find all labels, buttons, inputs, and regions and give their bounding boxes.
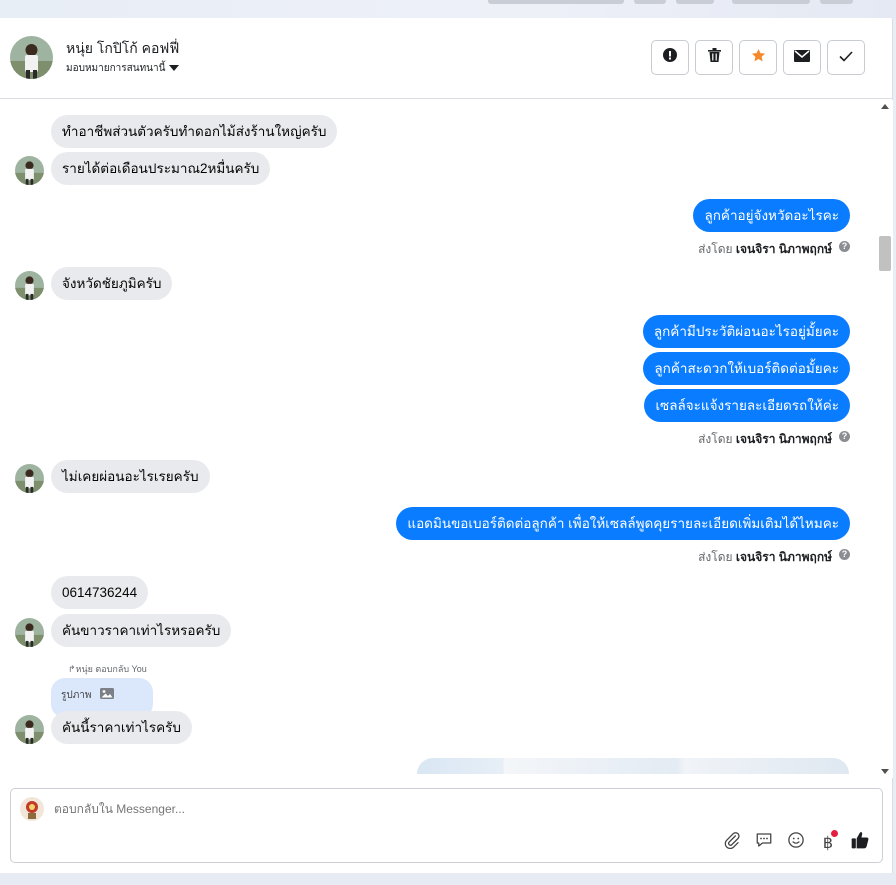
incoming-message[interactable]: คันนี้ราคาเท่าไรครับ <box>51 711 192 744</box>
contact-avatar-small <box>15 464 44 493</box>
alert-icon <box>663 48 677 67</box>
envelope-icon <box>794 49 810 67</box>
assign-conversation-dropdown[interactable]: มอบหมายการสนทนานี้ <box>66 61 180 76</box>
sent-by-prefix: ส่งโดย <box>698 550 733 564</box>
star-icon <box>751 48 766 68</box>
top-ghost-tab <box>676 0 714 4</box>
contact-avatar[interactable] <box>10 36 53 79</box>
payment-button[interactable]: ฿ <box>818 830 838 852</box>
outgoing-image-attachment[interactable] <box>417 758 849 774</box>
caret-down-icon <box>169 64 180 74</box>
sender-name: เจนจิรา นิภาพฤกษ์ <box>735 432 832 446</box>
help-icon[interactable]: ? <box>839 549 850 560</box>
notification-dot <box>831 830 838 837</box>
attach-button[interactable] <box>722 831 742 854</box>
reply-composer: ฿ <box>10 788 883 863</box>
page-avatar <box>20 797 44 821</box>
incoming-message[interactable]: ไม่เคยผ่อนอะไรเรยครับ <box>51 460 210 493</box>
reply-note: ↱หนุ่ย ตอบกลับ You <box>68 662 147 676</box>
contact-avatar-small <box>15 156 44 185</box>
message-list[interactable]: ทำอาชีพส่วนตัวครับทำดอกไม้ส่งร้านใหญ่ครั… <box>0 100 877 774</box>
unread-button[interactable] <box>783 40 821 75</box>
incoming-message[interactable]: 0614736244 <box>51 576 149 609</box>
outgoing-message[interactable]: แอดมินขอเบอร์ติดต่อลูกค้า เพื่อให้เซลล์พ… <box>396 507 850 540</box>
check-icon <box>839 49 853 67</box>
help-icon[interactable]: ? <box>839 431 850 442</box>
contact-avatar-small <box>15 715 44 744</box>
sender-name: เจนจิรา นิภาพฤกษ์ <box>735 242 832 256</box>
saved-replies-button[interactable] <box>754 832 774 852</box>
image-icon <box>100 688 115 702</box>
trash-icon <box>707 48 721 67</box>
message-scrollbar[interactable] <box>877 100 893 778</box>
scroll-down-arrow-icon[interactable] <box>881 769 889 774</box>
reply-arrow-icon: ↱ <box>68 664 76 674</box>
outgoing-message[interactable]: ลูกค้ามีประวัติผ่อนอะไรอยู่มั้ยคะ <box>642 315 850 348</box>
conversation-panel: หนุ่ย โกปิโก้ คอฟฟี่ มอบหมายการสนทนานี้ <box>0 18 893 873</box>
incoming-message[interactable]: รายได้ต่อเดือนประมาณ2หมื่นครับ <box>51 152 271 185</box>
star-button[interactable] <box>739 40 777 75</box>
emoji-icon <box>787 831 805 854</box>
window-bottom-strip <box>0 873 896 885</box>
contact-name[interactable]: หนุ่ย โกปิโก้ คอฟฟี่ <box>66 38 179 60</box>
sent-by-label: ส่งโดย เจนจิรา นิภาพฤกษ์ <box>698 430 832 449</box>
outgoing-message[interactable]: ลูกค้าอยู่จังหวัดอะไรคะ <box>693 199 850 232</box>
sent-by-prefix: ส่งโดย <box>698 432 733 446</box>
done-button[interactable] <box>827 40 865 75</box>
sent-by-label: ส่งโดย เจนจิรา นิภาพฤกษ์ <box>698 240 832 259</box>
incoming-message[interactable]: คันขาวราคาเท่าไรหรอครับ <box>51 614 232 647</box>
emoji-button[interactable] <box>786 831 806 854</box>
like-button[interactable] <box>850 830 870 855</box>
scroll-thumb[interactable] <box>879 236 891 271</box>
scroll-up-arrow-icon[interactable] <box>881 104 889 109</box>
top-ghost-tab <box>634 0 666 4</box>
contact-avatar-small <box>15 618 44 647</box>
sent-by-label: ส่งโดย เจนจิรา นิภาพฤกษ์ <box>698 548 832 567</box>
sender-name: เจนจิรา นิภาพฤกษ์ <box>735 550 832 564</box>
reply-note-text: หนุ่ย ตอบกลับ You <box>75 664 147 674</box>
outgoing-message[interactable]: ลูกค้าสะดวกให้เบอร์ติดต่อมั้ยคะ <box>643 352 850 385</box>
incoming-message[interactable]: ทำอาชีพส่วนตัวครับทำดอกไม้ส่งร้านใหญ่ครั… <box>51 115 338 148</box>
sent-by-prefix: ส่งโดย <box>698 242 733 256</box>
thumbs-up-icon <box>850 830 870 855</box>
spam-button[interactable] <box>651 40 689 75</box>
top-ghost-tab <box>820 0 853 4</box>
window-top-strip <box>0 0 896 18</box>
conversation-header: หนุ่ย โกปิโก้ คอฟฟี่ มอบหมายการสนทนานี้ <box>0 18 893 99</box>
quoted-text: รูปภาพ <box>61 690 92 701</box>
assign-label: มอบหมายการสนทนานี้ <box>66 63 166 74</box>
top-ghost-tab <box>732 0 810 4</box>
paperclip-icon <box>723 831 741 854</box>
help-icon[interactable]: ? <box>839 241 850 252</box>
top-ghost-tab <box>488 0 624 4</box>
reply-input[interactable] <box>54 802 654 816</box>
saved-reply-icon <box>755 831 773 854</box>
contact-avatar-small <box>15 271 44 300</box>
outgoing-message[interactable]: เซลล์จะแจ้งรายละเอียดรถให้ค่ะ <box>644 389 850 422</box>
delete-button[interactable] <box>695 40 733 75</box>
incoming-message[interactable]: จังหวัดชัยภูมิครับ <box>51 267 173 300</box>
